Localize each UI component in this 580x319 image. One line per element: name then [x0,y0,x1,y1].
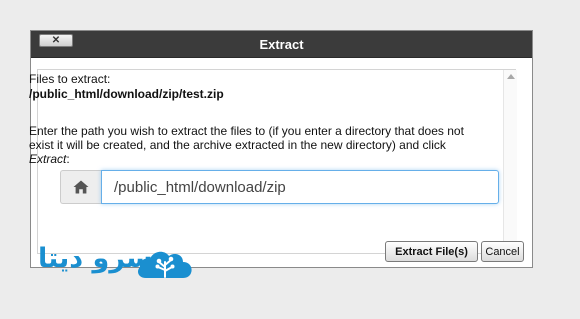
dialog-titlebar: ✕ Extract [31,31,532,58]
instructions-end: : [66,152,70,166]
instructions-main: Enter the path you wish to extract the f… [29,124,464,152]
content-scrollbar[interactable] [503,70,517,254]
files-to-extract-label: Files to extract: [29,72,111,86]
dialog-title: Extract [259,37,304,52]
extract-path-input[interactable] [101,170,499,204]
files-to-extract-path: /public_html/download/zip/test.zip [29,87,224,101]
extract-instructions: Enter the path you wish to extract the f… [29,124,475,166]
path-input-addon [60,170,101,204]
home-icon [73,180,89,194]
extract-files-button[interactable]: Extract File(s) [385,241,478,262]
cancel-button[interactable]: Cancel [481,241,524,262]
instructions-action: Extract [29,152,67,166]
screen: ✕ Extract Files to extract: /public_html… [0,0,580,319]
scroll-up-icon[interactable] [507,74,515,79]
cloud-tree-icon [138,251,192,278]
path-input-group [60,170,499,204]
